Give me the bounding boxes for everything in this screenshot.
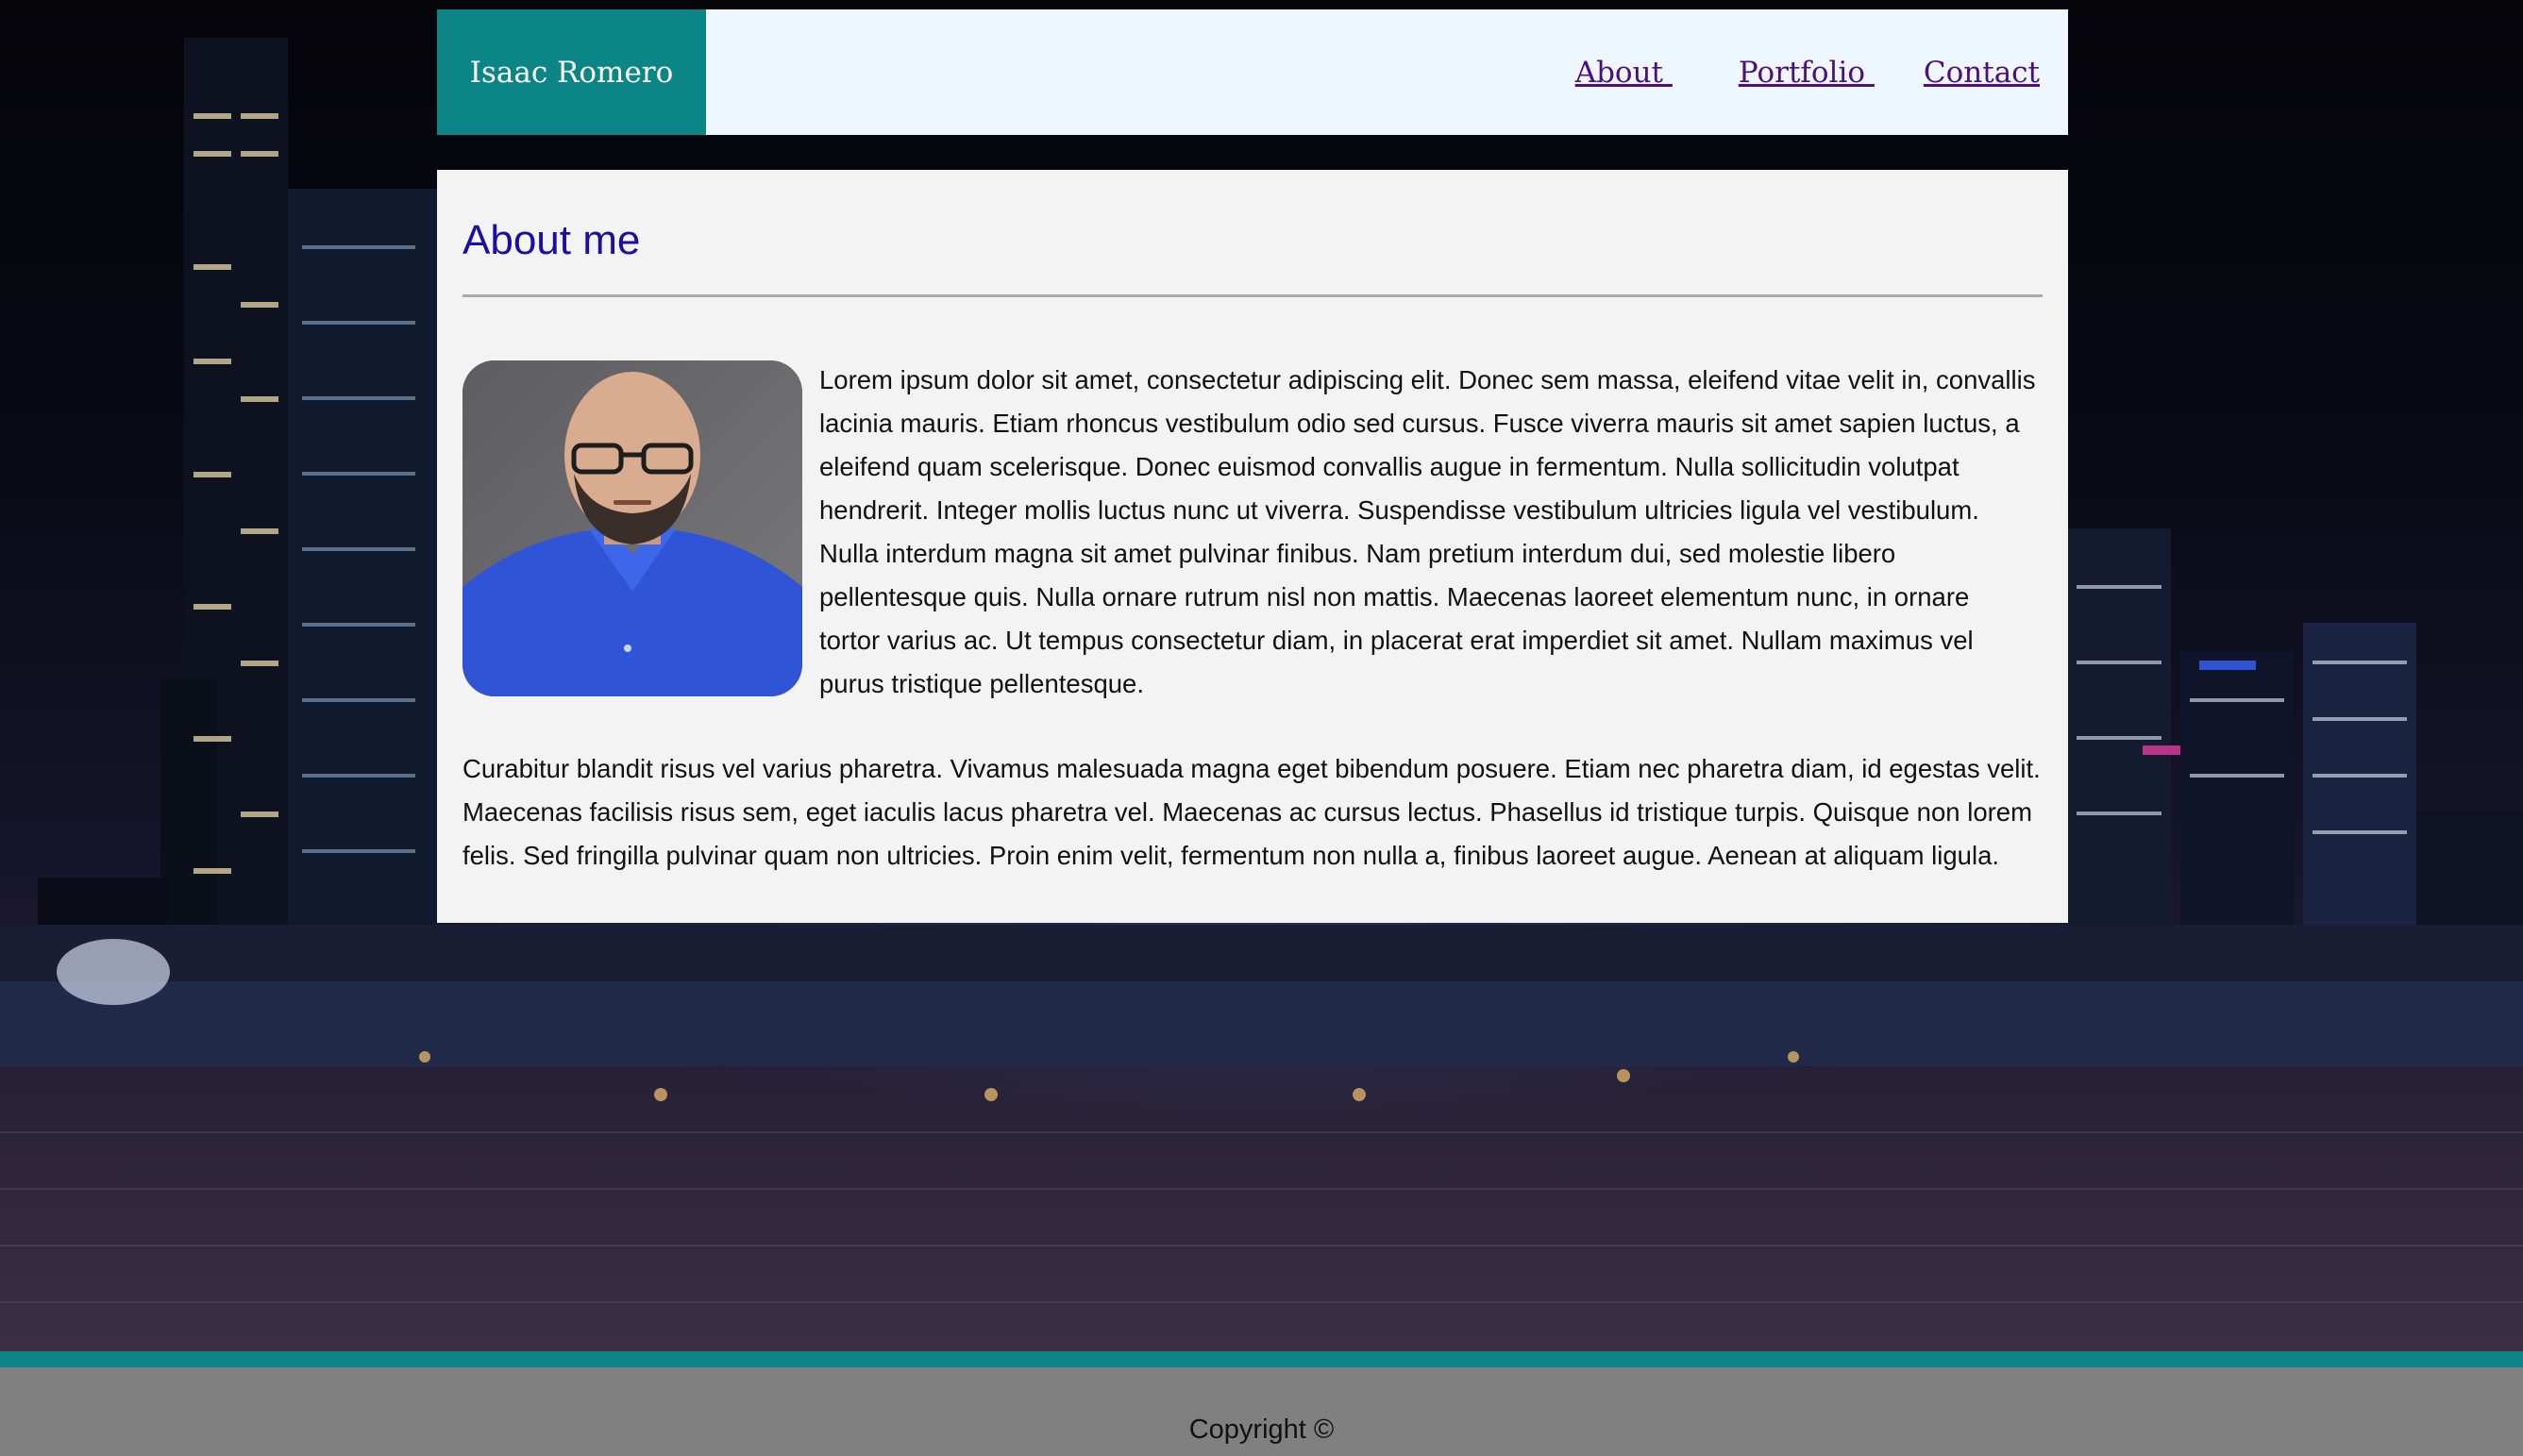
footer-accent-bar: [0, 1351, 2523, 1367]
profile-photo: [463, 360, 802, 696]
site-header: Isaac Romero About Portfolio Contact: [437, 9, 2068, 135]
nav-link-portfolio[interactable]: Portfolio: [1739, 56, 1875, 90]
brand-name[interactable]: Isaac Romero: [470, 56, 674, 90]
about-card: About me Lorem ipsum dolor sit amet, con…: [437, 170, 2068, 923]
copyright-text: Copyright ©: [1188, 1414, 1335, 1445]
main-nav: About Portfolio Contact: [1575, 9, 2040, 135]
site-footer: Copyright ©: [0, 1367, 2523, 1456]
page-title: About me: [463, 217, 641, 263]
title-divider: [463, 294, 2043, 297]
nav-link-contact[interactable]: Contact: [1924, 56, 2040, 90]
nav-link-about[interactable]: About: [1575, 56, 1673, 90]
about-paragraph-2: Curabitur blandit risus vel varius phare…: [463, 754, 2041, 870]
brand-block[interactable]: Isaac Romero: [437, 9, 706, 135]
about-paragraph-1: Lorem ipsum dolor sit amet, consectetur …: [819, 365, 2036, 698]
